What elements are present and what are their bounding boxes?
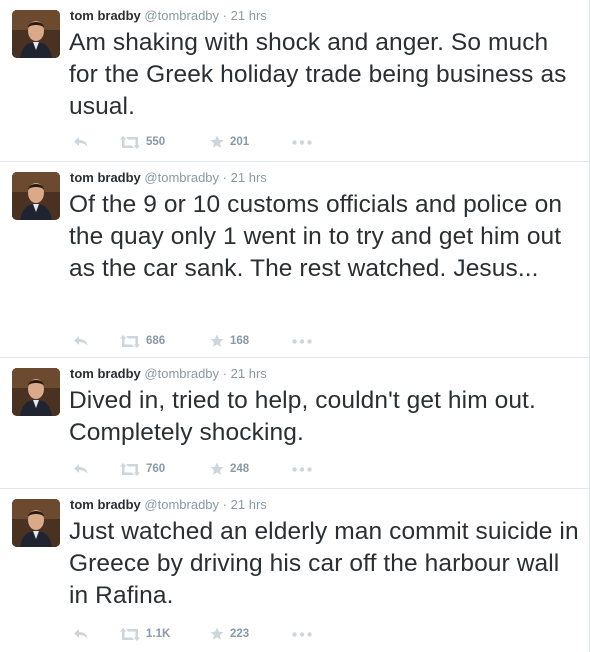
tweet-text: Just watched an elderly man commit suici…	[69, 518, 579, 609]
more-dots-icon	[292, 338, 312, 344]
author-username[interactable]: @tombradby	[144, 170, 219, 185]
tweet[interactable]: tom bradby @tombradby · 21 hrs Dived in,…	[0, 358, 589, 489]
retweet-icon	[120, 334, 140, 348]
retweet-count: 686	[146, 335, 166, 347]
author-username[interactable]: @tombradby	[144, 366, 219, 381]
tweet-header: tom bradby @tombradby · 21 hrs	[70, 169, 267, 187]
reply-button[interactable]	[74, 333, 88, 349]
author-fullname[interactable]: tom bradby	[70, 497, 141, 512]
favorite-button[interactable]: 168	[210, 333, 249, 349]
avatar[interactable]	[12, 10, 60, 58]
retweet-count: 760	[146, 463, 166, 475]
reply-icon	[74, 464, 88, 474]
retweet-icon	[120, 462, 140, 476]
tweet-header: tom bradby @tombradby · 21 hrs	[70, 365, 267, 383]
tweet-header: tom bradby @tombradby · 21 hrs	[70, 7, 267, 25]
tweet-timestamp[interactable]: 21 hrs	[231, 8, 267, 23]
author-fullname[interactable]: tom bradby	[70, 8, 141, 23]
avatar[interactable]	[12, 368, 60, 416]
retweet-button[interactable]: 686	[120, 333, 165, 349]
reply-button[interactable]	[74, 134, 88, 150]
more-dots-icon	[292, 466, 312, 472]
avatar[interactable]	[12, 172, 60, 220]
more-button[interactable]	[292, 626, 312, 642]
author-username[interactable]: @tombradby	[144, 497, 219, 512]
reply-icon	[74, 629, 88, 639]
star-icon	[210, 135, 224, 148]
favorite-count: 248	[230, 463, 250, 475]
star-icon	[210, 627, 224, 640]
retweet-count: 550	[146, 136, 166, 148]
tweet-actions: 686 168	[74, 333, 334, 349]
more-button[interactable]	[292, 333, 312, 349]
tweet[interactable]: tom bradby @tombradby · 21 hrs Am shakin…	[0, 0, 589, 162]
tweet-timestamp[interactable]: 21 hrs	[231, 497, 267, 512]
separator-dot: ·	[222, 366, 228, 381]
favorite-count: 223	[230, 628, 250, 640]
avatar[interactable]	[12, 499, 60, 547]
reply-button[interactable]	[74, 461, 88, 477]
more-dots-icon	[292, 631, 312, 637]
reply-icon	[74, 137, 88, 147]
tweet-text: Of the 9 or 10 customs officials and pol…	[69, 191, 563, 282]
retweet-button[interactable]: 760	[120, 461, 165, 477]
tweet-timestamp[interactable]: 21 hrs	[231, 366, 267, 381]
favorite-button[interactable]: 201	[210, 134, 249, 150]
retweet-icon	[120, 135, 140, 149]
star-icon	[210, 462, 224, 475]
tweet-timestamp[interactable]: 21 hrs	[231, 170, 267, 185]
retweet-count: 1.1K	[146, 628, 171, 640]
more-button[interactable]	[292, 134, 312, 150]
more-dots-icon	[292, 139, 312, 145]
separator-dot: ·	[222, 497, 228, 512]
tweet[interactable]: tom bradby @tombradby · 21 hrs Of the 9 …	[0, 162, 589, 358]
author-fullname[interactable]: tom bradby	[70, 366, 141, 381]
tweet-header: tom bradby @tombradby · 21 hrs	[70, 496, 267, 514]
favorite-button[interactable]: 248	[210, 461, 249, 477]
tweet-text: Am shaking with shock and anger. So much…	[69, 29, 567, 120]
separator-dot: ·	[222, 8, 228, 23]
tweet-timeline: tom bradby @tombradby · 21 hrs Am shakin…	[0, 0, 590, 652]
more-button[interactable]	[292, 461, 312, 477]
tweet[interactable]: tom bradby @tombradby · 21 hrs Just watc…	[0, 489, 589, 652]
reply-button[interactable]	[74, 626, 88, 642]
favorite-count: 201	[230, 136, 250, 148]
tweet-actions: 760 248	[74, 461, 334, 477]
tweet-actions: 1.1K 223	[74, 626, 334, 642]
retweet-button[interactable]: 550	[120, 134, 165, 150]
tweet-text: Dived in, tried to help, couldn't get hi…	[69, 387, 536, 446]
favorite-button[interactable]: 223	[210, 626, 249, 642]
reply-icon	[74, 336, 88, 346]
star-icon	[210, 334, 224, 347]
retweet-icon	[120, 627, 140, 641]
retweet-button[interactable]: 1.1K	[120, 626, 170, 642]
separator-dot: ·	[222, 170, 228, 185]
tweet-actions: 550 201	[74, 134, 334, 150]
favorite-count: 168	[230, 335, 250, 347]
author-username[interactable]: @tombradby	[144, 8, 219, 23]
author-fullname[interactable]: tom bradby	[70, 170, 141, 185]
